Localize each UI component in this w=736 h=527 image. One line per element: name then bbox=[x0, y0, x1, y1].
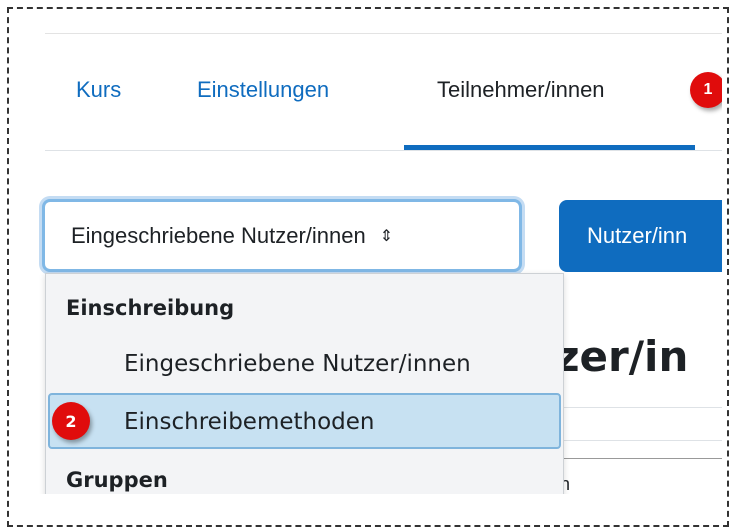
tabs-divider bbox=[45, 150, 722, 151]
tab-teilnehmer[interactable]: Teilnehmer/innen bbox=[437, 77, 605, 103]
participants-page-select[interactable]: Eingeschriebene Nutzer/innen ⇕ bbox=[42, 199, 522, 272]
header-divider bbox=[45, 33, 722, 34]
table-divider bbox=[560, 458, 722, 459]
table-divider bbox=[560, 407, 722, 408]
step-badge-1: 1 bbox=[690, 72, 722, 108]
enrol-users-button-label: Nutzer/inn bbox=[587, 223, 688, 248]
enrol-users-button[interactable]: Nutzer/inn bbox=[559, 200, 722, 272]
step-badge-2: 2 bbox=[52, 402, 90, 440]
screenshot-area: Kurs Einstellungen Teilnehmer/innen 1 Ei… bbox=[0, 0, 722, 494]
sort-arrows-icon: ⇕ bbox=[379, 227, 394, 245]
select-value: Eingeschriebene Nutzer/innen bbox=[71, 222, 366, 248]
option-einschreibemethoden-label: Einschreibemethoden bbox=[124, 409, 375, 435]
tab-kurs[interactable]: Kurs bbox=[76, 77, 121, 103]
optgroup-gruppen: Gruppen bbox=[66, 468, 168, 492]
option-eingeschriebene-nutzer[interactable]: Eingeschriebene Nutzer/innen bbox=[124, 351, 471, 377]
optgroup-einschreibung: Einschreibung bbox=[66, 296, 235, 320]
table-divider bbox=[560, 440, 722, 441]
select-dropdown-list: Einschreibung Eingeschriebene Nutzer/inn… bbox=[45, 273, 564, 494]
tab-einstellungen[interactable]: Einstellungen bbox=[197, 77, 329, 103]
